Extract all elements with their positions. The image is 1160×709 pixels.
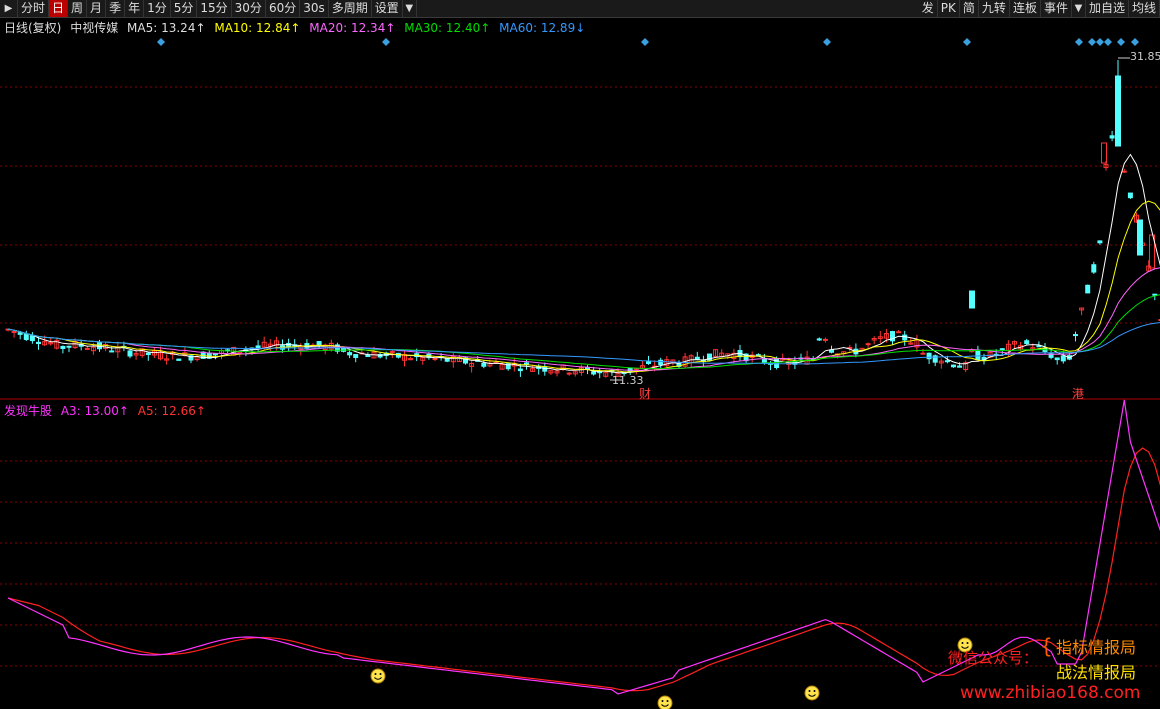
candle-body (957, 365, 963, 368)
candle-body (212, 353, 218, 356)
candle-body (865, 343, 871, 346)
candle-body (1085, 284, 1091, 294)
candle-body (1091, 264, 1097, 273)
indicator-name: 发现牛股 (4, 404, 53, 418)
candle-body (517, 368, 523, 372)
candle-body (60, 345, 66, 350)
candle-body (694, 356, 700, 361)
ma30-line (7, 294, 1160, 370)
smiley-eye (374, 673, 377, 675)
candle-body (920, 352, 926, 355)
hk-marker[interactable]: 港 (1072, 385, 1084, 402)
smiley-eye (966, 642, 969, 644)
candle-body (1137, 219, 1143, 256)
candle-body (829, 349, 834, 353)
candle-body (761, 358, 767, 364)
smiley-eye (808, 690, 811, 692)
diamond-marker (382, 38, 390, 46)
candle-body (481, 362, 487, 367)
watermark-url: www.zhibiao168.com (960, 683, 1141, 703)
candle-body (66, 345, 72, 348)
smiley-icon (804, 685, 820, 701)
candle-body (591, 371, 597, 375)
diamond-marker (1104, 38, 1112, 46)
diamond-marker (1088, 38, 1096, 46)
candle-body (524, 362, 529, 365)
diamond-marker (963, 38, 971, 46)
watermark-wechat: 微信公众号： (948, 649, 1039, 667)
candle-body (816, 338, 822, 341)
smiley-eye (661, 700, 664, 702)
candle-body (97, 342, 102, 350)
candle-body (444, 358, 450, 362)
candle-body (353, 354, 359, 358)
candle-body (658, 359, 664, 366)
diamond-marker (1075, 38, 1083, 46)
candle-body (432, 358, 438, 361)
candle-body (176, 358, 182, 361)
candle-body (944, 360, 950, 363)
candle-body (902, 334, 908, 341)
candle-body (347, 352, 353, 356)
smiley-eye (379, 673, 382, 675)
candle-body (1101, 142, 1107, 164)
candle-body (1054, 357, 1060, 361)
diamond-marker (1131, 38, 1139, 46)
candle-body (896, 331, 902, 334)
candle-body (145, 352, 151, 356)
high-price-label: 31.85 (1130, 50, 1160, 63)
candle-body (1024, 340, 1030, 345)
candle-body (969, 290, 975, 309)
candle-body (1115, 75, 1121, 147)
smiley-eye (813, 690, 816, 692)
watermark-line2: 战法情报局 (1056, 663, 1137, 682)
diamond-marker (641, 38, 649, 46)
finance-marker[interactable]: 财 (639, 385, 651, 402)
candle-body (408, 358, 414, 361)
a3-label: A3: 13.00↑ (60, 404, 129, 418)
candle-body (1127, 192, 1133, 199)
smiley-icon (370, 668, 386, 684)
candle-body (17, 332, 23, 335)
candle-body (1060, 355, 1066, 362)
a5-label: A5: 12.66↑ (137, 404, 206, 418)
candle-body (926, 352, 932, 360)
candle-body (822, 338, 828, 341)
candle-body (395, 352, 401, 358)
candle-body (109, 350, 115, 353)
candle-body (566, 372, 572, 375)
candle-body (1036, 345, 1042, 348)
kline-chart[interactable] (0, 0, 1160, 709)
candle-body (11, 331, 17, 334)
watermark-line1: 指标情报局 (1056, 638, 1137, 657)
indicator-legend: 发现牛股 A3: 13.00↑ A5: 12.66↑ (4, 403, 211, 419)
candle-body (975, 350, 981, 361)
candle-body (1073, 334, 1078, 337)
diamond-marker (1117, 38, 1125, 46)
diamond-marker (823, 38, 831, 46)
candle-body (29, 335, 35, 342)
smiley-eye (666, 700, 669, 702)
candle-body (127, 350, 133, 357)
candle-body (951, 364, 956, 368)
smiley-eye (961, 642, 964, 644)
candle-body (1097, 240, 1103, 244)
diamond-marker (157, 38, 165, 46)
smiley-icon (657, 695, 673, 709)
candle-body (389, 351, 395, 354)
candle-body (84, 347, 90, 350)
diamond-marker (1096, 38, 1104, 46)
ma5-line (7, 153, 1160, 374)
candle-body (1121, 170, 1127, 173)
candle-body (36, 341, 41, 345)
candle-body (1152, 293, 1158, 296)
candle-body (255, 345, 261, 348)
ma60-line (7, 322, 1160, 365)
candle-body (999, 348, 1005, 351)
candle-body (1109, 135, 1115, 139)
candle-body (646, 361, 651, 364)
brace-icon: { (1040, 634, 1053, 658)
candle-body (755, 354, 761, 357)
candle-body (23, 333, 29, 340)
